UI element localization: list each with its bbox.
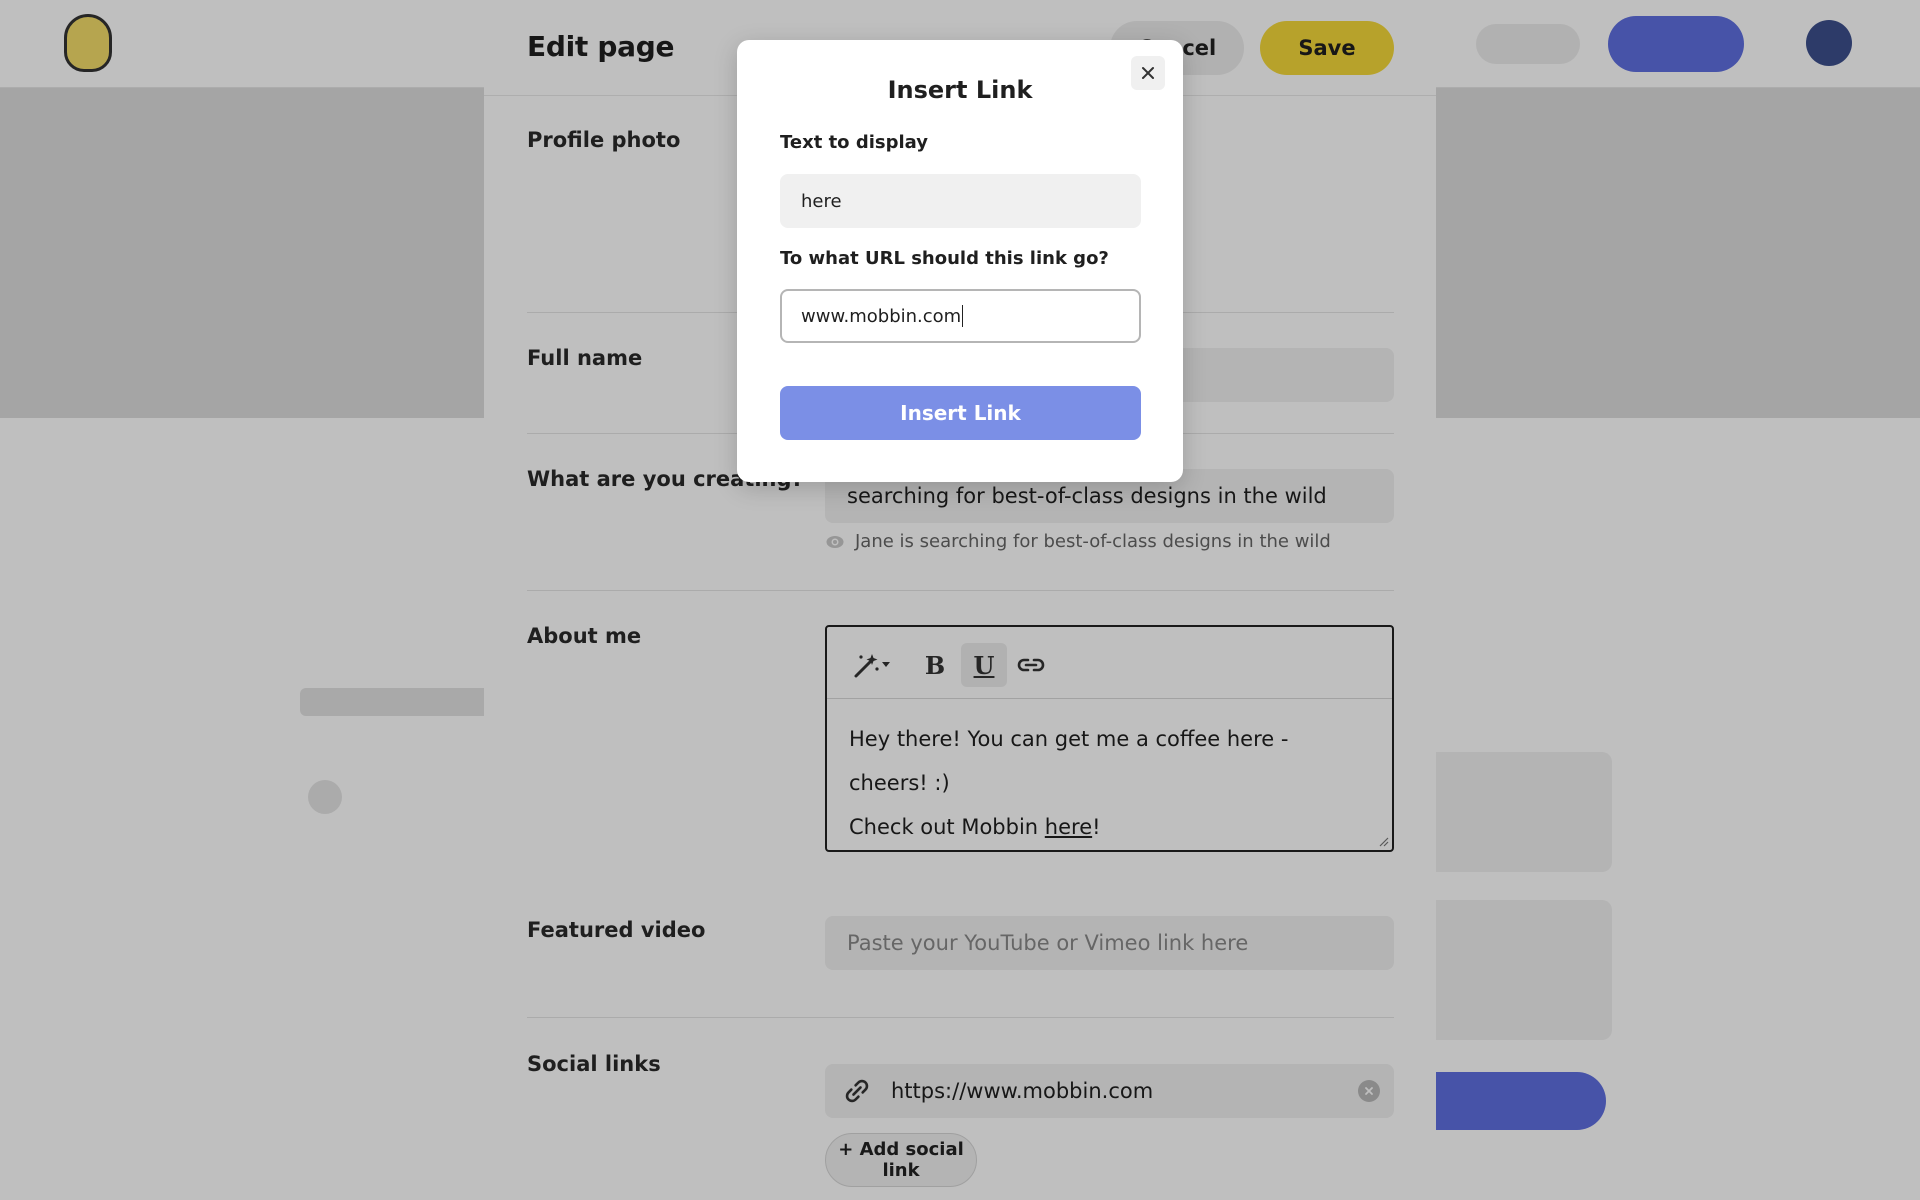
- text-to-display-input[interactable]: here: [780, 174, 1141, 228]
- insert-link-button[interactable]: Insert Link: [780, 386, 1141, 440]
- insert-link-modal: Insert Link Text to display here To what…: [737, 40, 1183, 482]
- modal-title: Insert Link: [887, 76, 1033, 104]
- url-label: To what URL should this link go?: [780, 248, 1109, 269]
- text-caret: [962, 305, 964, 327]
- url-value: www.mobbin.com: [801, 305, 962, 327]
- text-to-display-label: Text to display: [780, 132, 928, 153]
- text-to-display-value: here: [801, 190, 842, 212]
- url-input[interactable]: www.mobbin.com: [780, 289, 1141, 343]
